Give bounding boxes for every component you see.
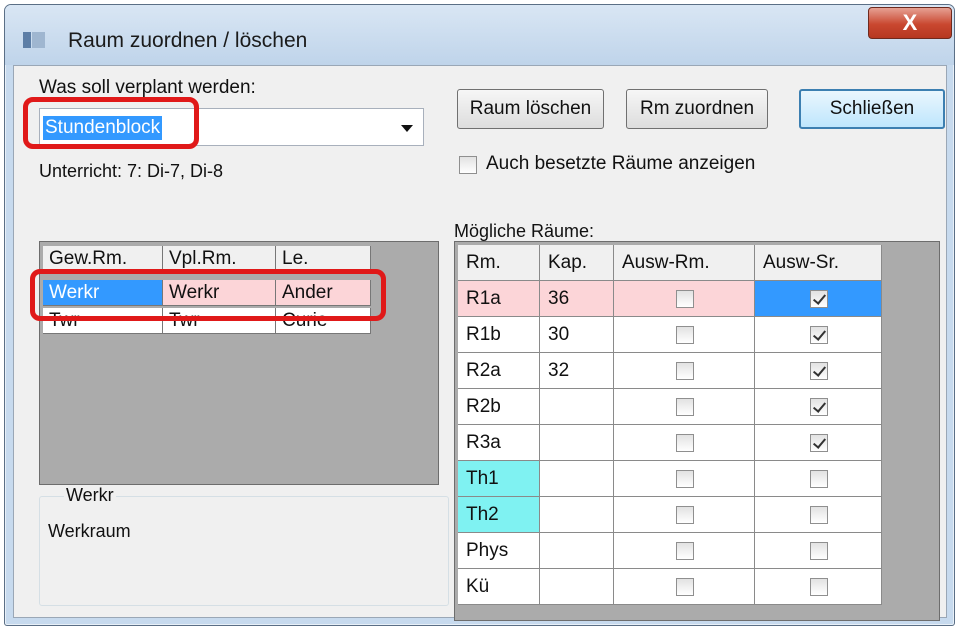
column-header-rm[interactable]: Rm. xyxy=(458,245,540,281)
room-info-text: Werkraum xyxy=(48,521,131,541)
cell-ausw-sr[interactable] xyxy=(755,461,882,497)
window-title: Raum zuordnen / löschen xyxy=(68,29,308,52)
ausw-sr-checkbox[interactable] xyxy=(810,398,828,416)
ausw-sr-checkbox[interactable] xyxy=(810,290,828,308)
ausw-rm-checkbox[interactable] xyxy=(676,542,694,560)
cell-rm[interactable]: R3a xyxy=(458,425,540,461)
table-row[interactable]: Twr Twr Curie xyxy=(43,308,371,334)
cell-rm[interactable]: Phys xyxy=(458,533,540,569)
cell-ausw-sr[interactable] xyxy=(755,533,882,569)
ausw-rm-checkbox[interactable] xyxy=(676,398,694,416)
cell-ausw-sr[interactable] xyxy=(755,281,882,317)
room-info-title: Werkr xyxy=(64,485,116,506)
cell-ausw-sr[interactable] xyxy=(755,425,882,461)
ausw-rm-checkbox[interactable] xyxy=(676,506,694,524)
ausw-rm-checkbox[interactable] xyxy=(676,362,694,380)
show-occupied-label: Auch besetzte Räume anzeigen xyxy=(486,153,756,174)
cell-rm[interactable]: R2a xyxy=(458,353,540,389)
cell-ausw-rm[interactable] xyxy=(614,461,755,497)
cell-le[interactable]: Ander xyxy=(276,280,371,306)
dialog-client-area: Was soll verplant werden: Stundenblock U… xyxy=(13,65,947,621)
cell-rm[interactable]: R2b xyxy=(458,389,540,425)
cell-kap[interactable]: 30 xyxy=(540,317,614,353)
table-header-row: Gew.Rm. Vpl.Rm. Le. xyxy=(43,246,371,272)
ausw-rm-checkbox[interactable] xyxy=(676,290,694,308)
cell-kap[interactable] xyxy=(540,533,614,569)
cell-gew-rm[interactable]: Werkr xyxy=(43,280,163,306)
unterricht-text: Unterricht: 7: Di-7, Di-8 xyxy=(39,161,224,181)
show-occupied-checkbox[interactable] xyxy=(459,156,477,174)
room-info-group: Werkr Werkraum xyxy=(39,485,449,606)
cell-kap[interactable] xyxy=(540,461,614,497)
cell-ausw-sr[interactable] xyxy=(755,569,882,605)
ausw-rm-checkbox[interactable] xyxy=(676,326,694,344)
cell-rm[interactable]: R1a xyxy=(458,281,540,317)
ausw-rm-checkbox[interactable] xyxy=(676,434,694,452)
cell-ausw-sr[interactable] xyxy=(755,497,882,533)
ausw-sr-checkbox[interactable] xyxy=(810,578,828,596)
ausw-rm-checkbox[interactable] xyxy=(676,578,694,596)
column-header-kap[interactable]: Kap. xyxy=(540,245,614,281)
what-label: Was soll verplant werden: xyxy=(39,77,256,98)
table-row[interactable]: Werkr Werkr Ander xyxy=(43,280,371,306)
app-icon xyxy=(23,32,45,48)
column-header-ausw-rm[interactable]: Ausw-Rm. xyxy=(614,245,755,281)
cell-ausw-rm[interactable] xyxy=(614,317,755,353)
cell-kap[interactable] xyxy=(540,497,614,533)
cell-rm[interactable]: R1b xyxy=(458,317,540,353)
raum-loeschen-button[interactable]: Raum löschen xyxy=(457,89,604,129)
moegliche-raeume-label: Mögliche Räume: xyxy=(454,221,595,241)
assigned-rooms-table[interactable]: Gew.Rm. Vpl.Rm. Le. Werkr Werkr Ander Tw… xyxy=(39,241,439,485)
schliessen-button[interactable]: Schließen xyxy=(799,89,945,129)
possible-rooms-table[interactable]: Rm. Kap. Ausw-Rm. Ausw-Sr. R1a 36 R1b 30 R2a… xyxy=(454,241,940,621)
ausw-sr-checkbox[interactable] xyxy=(810,542,828,560)
cell-ausw-rm[interactable] xyxy=(614,353,755,389)
ausw-sr-checkbox[interactable] xyxy=(810,326,828,344)
cell-kap[interactable]: 36 xyxy=(540,281,614,317)
column-header-ausw-sr[interactable]: Ausw-Sr. xyxy=(755,245,882,281)
cell-ausw-rm[interactable] xyxy=(614,533,755,569)
cell-kap[interactable]: 32 xyxy=(540,353,614,389)
cell-rm[interactable]: Kü xyxy=(458,569,540,605)
dropdown-arrow-icon[interactable] xyxy=(401,125,413,132)
cell-ausw-sr[interactable] xyxy=(755,317,882,353)
column-header-vpl-rm[interactable]: Vpl.Rm. xyxy=(163,246,276,272)
cell-ausw-sr[interactable] xyxy=(755,353,882,389)
ausw-rm-checkbox[interactable] xyxy=(676,470,694,488)
ausw-sr-checkbox[interactable] xyxy=(810,362,828,380)
column-header-gew-rm[interactable]: Gew.Rm. xyxy=(43,246,163,272)
cell-kap[interactable] xyxy=(540,389,614,425)
cell-ausw-rm[interactable] xyxy=(614,389,755,425)
cell-ausw-sr[interactable] xyxy=(755,389,882,425)
cell-ausw-rm[interactable] xyxy=(614,425,755,461)
ausw-sr-checkbox[interactable] xyxy=(810,434,828,452)
cell-kap[interactable] xyxy=(540,425,614,461)
cell-rm[interactable]: Th1 xyxy=(458,461,540,497)
cell-ausw-rm[interactable] xyxy=(614,281,755,317)
title-bar[interactable]: Raum zuordnen / löschen X xyxy=(5,5,954,65)
plan-type-combobox[interactable]: Stundenblock xyxy=(39,108,424,146)
cell-vpl-rm[interactable]: Werkr xyxy=(163,280,276,306)
cell-vpl-rm[interactable]: Twr xyxy=(163,308,276,334)
cell-kap[interactable] xyxy=(540,569,614,605)
ausw-sr-checkbox[interactable] xyxy=(810,506,828,524)
ausw-sr-checkbox[interactable] xyxy=(810,470,828,488)
cell-ausw-rm[interactable] xyxy=(614,569,755,605)
close-button[interactable]: X xyxy=(868,7,952,39)
cell-gew-rm[interactable]: Twr xyxy=(43,308,163,334)
dialog-window: Raum zuordnen / löschen X Was soll verpl… xyxy=(4,4,955,626)
rm-zuordnen-button[interactable]: Rm zuordnen xyxy=(626,89,768,129)
cell-le[interactable]: Curie xyxy=(276,308,371,334)
cell-ausw-rm[interactable] xyxy=(614,497,755,533)
column-header-le[interactable]: Le. xyxy=(276,246,371,272)
cell-rm[interactable]: Th2 xyxy=(458,497,540,533)
combo-selected-value: Stundenblock xyxy=(43,116,163,140)
